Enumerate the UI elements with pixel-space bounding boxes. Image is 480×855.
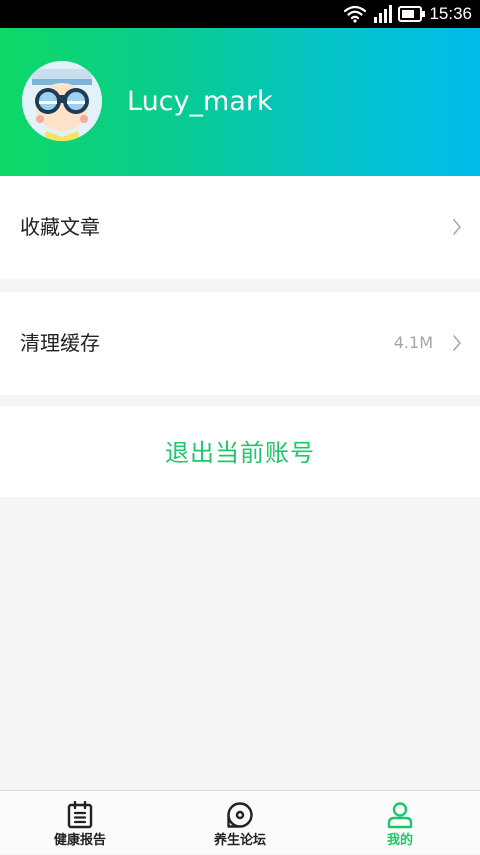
forum-icon <box>227 802 253 828</box>
favorites-label: 收藏文章 <box>20 215 100 239</box>
tab-label: 健康报告 <box>53 833 106 848</box>
report-icon <box>67 801 93 829</box>
chevron-right-icon <box>453 219 461 235</box>
logout-label: 退出当前账号 <box>165 439 315 467</box>
tab-health-report[interactable]: 健康报告 <box>0 791 160 855</box>
cache-size: 4.1M <box>393 333 433 352</box>
username: Lucy_mark <box>127 86 273 117</box>
wifi-icon <box>344 5 366 23</box>
chevron-right-icon <box>453 335 461 351</box>
avatar[interactable] <box>22 61 102 141</box>
favorites-row[interactable]: 收藏文章 <box>0 176 480 279</box>
battery-icon <box>398 6 425 22</box>
clear-cache-row[interactable]: 清理缓存 4.1M <box>0 292 480 395</box>
clear-cache-label: 清理缓存 <box>20 331 100 355</box>
profile-icon <box>387 802 413 829</box>
tab-bar: 健康报告 养生论坛 我的 <box>0 790 480 854</box>
tab-forum[interactable]: 养生论坛 <box>160 791 320 855</box>
status-bar: 15:36 <box>0 0 480 28</box>
avatar-icon <box>22 61 102 141</box>
tab-mine[interactable]: 我的 <box>320 791 480 855</box>
tab-label: 养生论坛 <box>213 833 266 848</box>
logout-button[interactable]: 退出当前账号 <box>0 406 480 497</box>
status-time: 15:36 <box>429 4 472 23</box>
signal-icon <box>374 5 392 23</box>
tab-label: 我的 <box>386 833 413 848</box>
profile-header: Lucy_mark <box>0 28 480 176</box>
